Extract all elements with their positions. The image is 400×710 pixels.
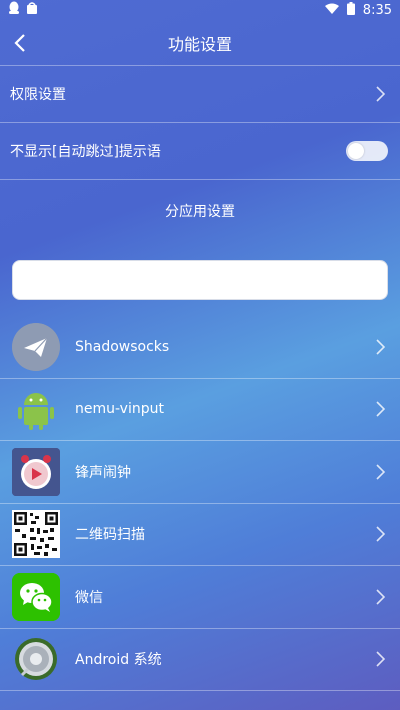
app-list: Shadowsocks nemu-vinput 锋声闹钟 二维码扫描 微信 An… bbox=[0, 316, 400, 691]
battery-icon bbox=[346, 1, 355, 19]
app-name: Android 系统 bbox=[75, 652, 162, 669]
chevron-right-icon bbox=[372, 83, 388, 105]
chevron-right-icon bbox=[372, 336, 388, 358]
chevron-right-icon bbox=[372, 398, 388, 420]
chevron-right-icon bbox=[372, 461, 388, 483]
chevron-right-icon bbox=[372, 586, 388, 608]
app-notification-icon bbox=[26, 1, 38, 19]
app-name: 锋声闹钟 bbox=[75, 464, 131, 481]
back-button[interactable] bbox=[6, 28, 34, 58]
chevron-right-icon bbox=[372, 648, 388, 670]
list-item[interactable]: 微信 bbox=[0, 566, 400, 629]
app-name: 微信 bbox=[75, 589, 103, 606]
permission-settings-row[interactable]: 权限设置 bbox=[0, 66, 400, 123]
hide-skip-tip-label: 不显示[自动跳过]提示语 bbox=[10, 144, 161, 160]
search-bar bbox=[0, 242, 400, 310]
android-robot-icon bbox=[12, 385, 60, 433]
per-app-section-title: 分应用设置 bbox=[165, 204, 235, 220]
list-item[interactable]: 二维码扫描 bbox=[0, 504, 400, 566]
toggle-knob bbox=[348, 143, 364, 159]
search-input[interactable] bbox=[12, 260, 388, 300]
app-name: nemu-vinput bbox=[75, 401, 164, 418]
paper-plane-icon bbox=[12, 322, 60, 371]
app-name: 二维码扫描 bbox=[75, 527, 145, 544]
wifi-icon bbox=[324, 3, 339, 18]
android-system-icon bbox=[12, 635, 60, 683]
clock: 8:35 bbox=[362, 2, 392, 18]
permission-settings-label: 权限设置 bbox=[10, 87, 66, 103]
hide-skip-tip-toggle[interactable] bbox=[346, 141, 388, 161]
alarm-clock-icon bbox=[12, 447, 60, 496]
wechat-icon bbox=[12, 572, 60, 621]
chevron-right-icon bbox=[372, 523, 388, 545]
list-item[interactable]: nemu-vinput bbox=[0, 379, 400, 441]
title-bar: 功能设置 bbox=[0, 20, 400, 66]
page-title: 功能设置 bbox=[167, 34, 232, 54]
status-bar: 8:35 bbox=[0, 0, 400, 20]
qr-code-icon bbox=[12, 510, 60, 559]
hide-skip-tip-row: 不显示[自动跳过]提示语 bbox=[0, 123, 400, 180]
list-item[interactable]: 锋声闹钟 bbox=[0, 441, 400, 504]
list-item[interactable]: Android 系统 bbox=[0, 629, 400, 691]
qq-notification-icon bbox=[8, 1, 20, 19]
app-name: Shadowsocks bbox=[75, 338, 170, 355]
list-item[interactable]: Shadowsocks bbox=[0, 316, 400, 379]
chevron-left-icon bbox=[14, 34, 25, 52]
